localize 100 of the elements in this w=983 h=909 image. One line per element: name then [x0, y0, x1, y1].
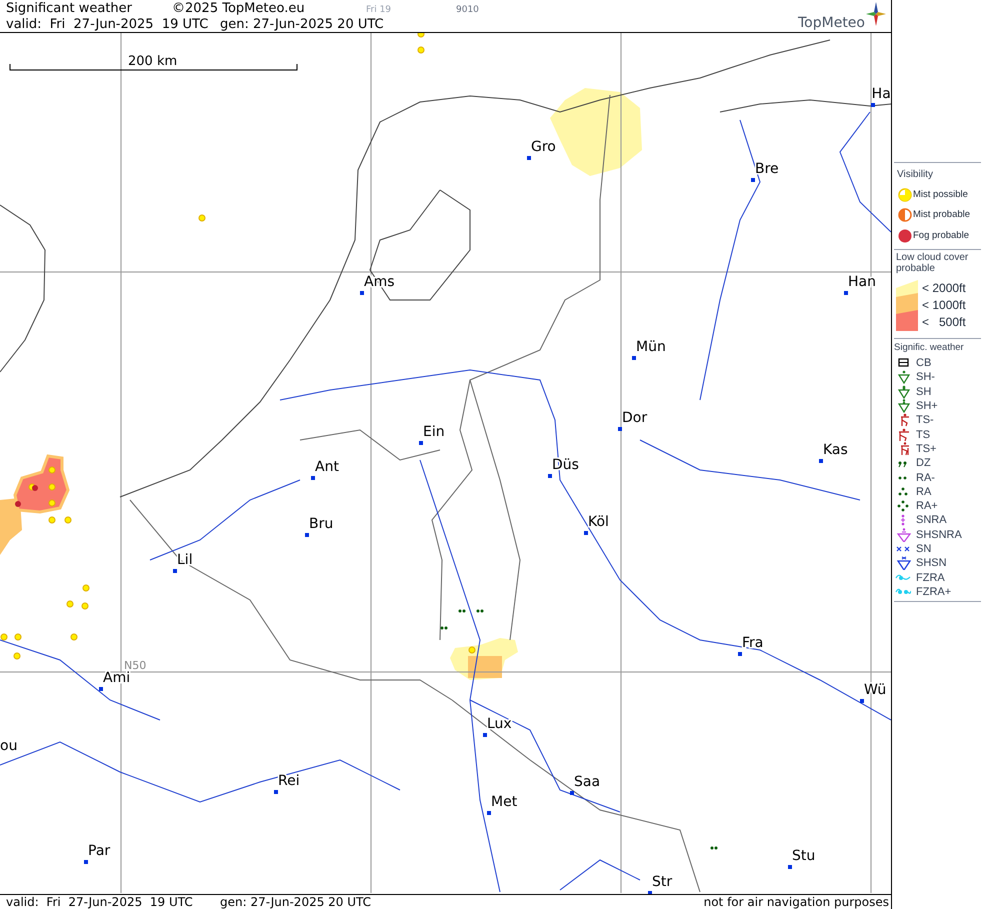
city-marker	[618, 427, 622, 431]
legend-label: SN	[915, 543, 932, 555]
city-label: Wü	[864, 682, 886, 698]
city-label: Bru	[309, 516, 334, 532]
legend-label: Mist possible	[913, 188, 968, 202]
mist-symbol	[64, 516, 72, 524]
legend-heading: Visibility	[896, 168, 934, 182]
city-marker	[871, 103, 875, 107]
city-marker	[99, 687, 103, 691]
mist-possible-icon	[898, 188, 912, 202]
legend-label: DZ	[915, 457, 931, 470]
map-title: Significant weather	[6, 1, 132, 16]
logo-text: TopMeteo	[798, 16, 865, 31]
rain-icon	[895, 499, 911, 514]
legend-label: Fog probable	[913, 228, 969, 242]
city-label: Par	[88, 843, 110, 859]
low-cloud-area	[468, 656, 502, 678]
city-marker	[632, 356, 636, 360]
mist-symbol	[82, 584, 90, 592]
city-label: Kas	[823, 442, 848, 458]
compass-logo-icon	[866, 2, 886, 26]
city-label: Ein	[423, 424, 445, 440]
frame-label: Fri 19	[366, 4, 392, 17]
city-marker	[487, 811, 491, 815]
city-marker	[527, 156, 531, 160]
legend-label: < 2000ft	[922, 280, 966, 297]
generated-time: gen: 27-Jun-2025 20 UTC	[220, 895, 372, 909]
city-label: Ami	[103, 670, 130, 686]
city-marker	[305, 533, 309, 537]
city-label: ou	[0, 738, 18, 754]
mist-symbol	[14, 652, 20, 660]
legend-label: FZRA	[915, 572, 945, 584]
legend-heading: Low cloud cover probable	[895, 252, 970, 274]
legend-label: SH	[915, 386, 932, 398]
snow-rain-icon	[900, 513, 906, 528]
mist-symbol	[70, 634, 78, 640]
shower-icon	[895, 384, 911, 399]
legend-label: RA+	[915, 500, 938, 512]
fog-symbol	[15, 501, 21, 507]
city-label: Köl	[588, 514, 609, 530]
city-label: Dor	[622, 410, 648, 426]
grid-label: N50	[124, 659, 146, 672]
cloud-cover-swatch	[896, 280, 918, 332]
legend-label: Mist probable	[913, 208, 970, 222]
city-marker	[274, 790, 278, 794]
mist-symbol	[468, 646, 476, 654]
legend-label: FZRA+	[915, 586, 952, 598]
shower-icon	[895, 370, 911, 384]
city-label: Mün	[636, 339, 666, 355]
drizzle-symbol	[710, 846, 718, 850]
mist-symbol	[48, 466, 56, 474]
city-label: Lux	[487, 716, 512, 732]
city-marker	[751, 178, 755, 182]
legend-label: SH+	[915, 400, 938, 412]
legend-label: < 1000ft	[922, 296, 966, 314]
city-label: Fra	[742, 635, 764, 651]
mist-symbol	[48, 500, 56, 506]
city-marker	[483, 733, 487, 737]
mist-symbol	[48, 516, 56, 524]
legend-label: TS-	[915, 414, 934, 426]
city-label: Bre	[755, 161, 779, 177]
city-marker	[311, 476, 315, 480]
city-marker	[419, 441, 423, 445]
snow-rain-shower-icon	[895, 528, 911, 542]
city-marker	[738, 652, 742, 656]
city-marker	[788, 865, 792, 869]
mist-symbol	[418, 33, 424, 38]
mist-probable-icon	[898, 208, 912, 222]
legend-label: TS+	[915, 442, 936, 455]
city-marker	[84, 860, 88, 864]
valid-time: valid: Fri 27-Jun-2025 19 UTC	[6, 895, 193, 909]
mist-symbol	[198, 214, 206, 222]
legend-label: RA	[915, 486, 932, 498]
city-marker	[584, 531, 588, 535]
generated-time: gen: 27-Jun-2025 20 UTC	[220, 17, 384, 32]
city-label: Rei	[278, 773, 300, 789]
product-code: 9010	[456, 4, 479, 17]
city-marker	[648, 891, 652, 894]
valid-time: valid: Fri 27-Jun-2025 19 UTC	[6, 17, 208, 32]
city-marker	[844, 291, 848, 295]
shower-icon	[895, 399, 911, 414]
city-marker	[819, 459, 823, 463]
fog-symbol	[32, 485, 38, 491]
snow-shower-icon	[895, 556, 911, 570]
mist-symbol	[418, 46, 424, 54]
city-marker	[360, 291, 364, 295]
legend-label: < 500ft	[922, 314, 966, 331]
city-marker	[860, 699, 864, 703]
legend-label: SHSNRA	[915, 528, 962, 541]
legend-label: CB	[915, 357, 932, 370]
city-label: Stu	[792, 848, 816, 864]
legend-heading: Signific. weather	[894, 340, 965, 355]
legend-label: RA-	[915, 472, 935, 484]
city-label: Saa	[574, 774, 600, 790]
city-label: Han	[848, 274, 876, 290]
mist-symbol	[82, 602, 88, 610]
legend-label: SHSN	[915, 557, 947, 570]
city-label: Str	[652, 874, 672, 890]
drizzle-symbol	[458, 610, 466, 612]
city-marker	[548, 474, 552, 478]
